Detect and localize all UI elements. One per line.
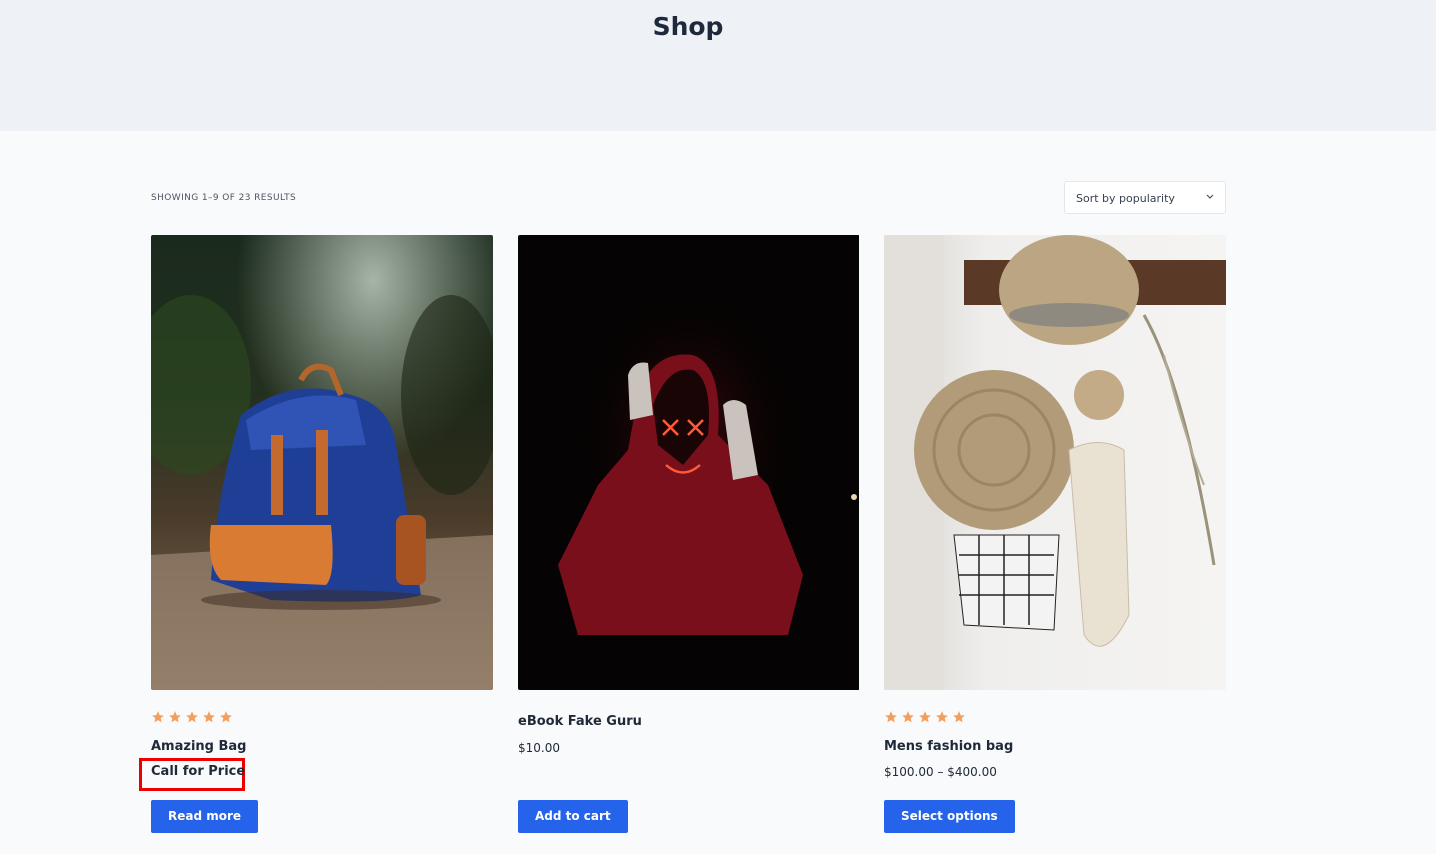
star-icon bbox=[220, 711, 232, 723]
chevron-down-icon bbox=[1206, 194, 1214, 199]
product-title[interactable]: eBook Fake Guru bbox=[518, 714, 642, 729]
product-image[interactable] bbox=[884, 235, 1226, 690]
star-icon bbox=[169, 711, 181, 723]
product-price: $100.00 – $400.00 bbox=[884, 765, 997, 779]
product-image[interactable] bbox=[518, 235, 860, 690]
star-icon bbox=[885, 711, 897, 723]
star-icon bbox=[186, 711, 198, 723]
read-more-button[interactable]: Read more bbox=[151, 800, 259, 833]
star-icon bbox=[953, 711, 965, 723]
add-to-cart-button[interactable]: Add to cart bbox=[518, 800, 628, 833]
product-title[interactable]: Mens fashion bag bbox=[884, 739, 1013, 754]
result-count: SHOWING 1–9 OF 23 RESULTS bbox=[151, 193, 297, 203]
page-header: Shop bbox=[0, 0, 1436, 131]
product-price: Call for Price bbox=[151, 764, 246, 779]
star-icon bbox=[152, 711, 164, 723]
sort-select-value: Sort by popularity bbox=[1076, 192, 1175, 205]
star-icon bbox=[203, 711, 215, 723]
star-icon bbox=[919, 711, 931, 723]
neon-mask-hoodie-photo bbox=[518, 235, 859, 690]
product-price: $10.00 bbox=[518, 741, 560, 755]
product-image[interactable] bbox=[151, 235, 493, 690]
page-title: Shop bbox=[652, 12, 724, 41]
sort-select[interactable]: Sort by popularity bbox=[1064, 181, 1226, 214]
product-title[interactable]: Amazing Bag bbox=[151, 739, 246, 754]
blue-backpack-photo bbox=[151, 235, 493, 690]
select-options-button[interactable]: Select options bbox=[884, 800, 1015, 833]
rating-stars bbox=[884, 710, 966, 724]
star-icon bbox=[902, 711, 914, 723]
star-icon bbox=[936, 711, 948, 723]
rating-stars bbox=[151, 710, 233, 724]
straw-bag-hat-photo bbox=[884, 235, 1226, 690]
